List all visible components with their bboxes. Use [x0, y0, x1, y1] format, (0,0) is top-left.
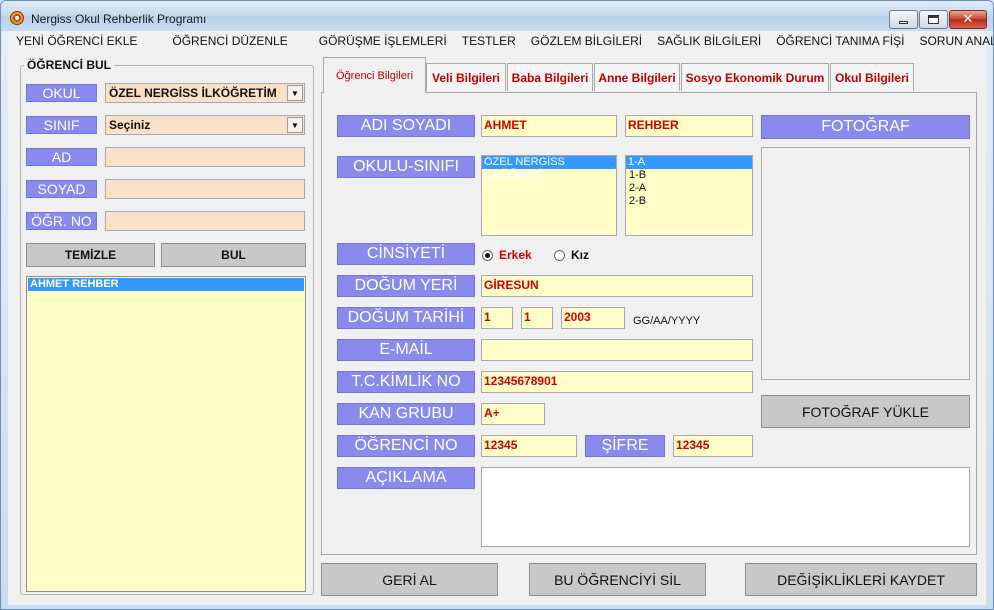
menu-observations[interactable]: GÖZLEM BİLGİLERİ — [523, 34, 649, 48]
last-name-input[interactable]: REHBER — [625, 115, 753, 137]
soyad-label: SOYAD — [26, 180, 97, 198]
menu-interviews[interactable]: GÖRÜŞME İŞLEMLERİ — [311, 34, 454, 48]
find-button[interactable]: BUL — [161, 243, 306, 267]
window-title: Nergiss Okul Rehberlik Programı — [31, 12, 207, 26]
okul-select-value: ÖZEL NERGİSS İLKÖĞRETİM — [109, 86, 277, 100]
notes-label: AÇIKLAMA — [337, 467, 475, 489]
ogr-no-label: ÖĞR. NO — [26, 212, 97, 230]
menu-student-card[interactable]: ÖĞRENCİ TANIMA FİŞİ — [768, 34, 911, 48]
chevron-down-icon[interactable]: ▼ — [287, 117, 303, 133]
tab-school-info[interactable]: Okul Bilgileri — [830, 63, 914, 91]
sinif-select[interactable]: Seçiniz ▼ — [105, 115, 305, 135]
gender-male-label: Erkek — [499, 248, 532, 262]
ad-label: AD — [26, 148, 97, 166]
search-results-list[interactable]: AHMET REHBER — [26, 276, 306, 592]
gender-female-radio[interactable]: Kız — [554, 248, 589, 262]
app-icon — [10, 11, 24, 25]
tc-label: T.C.KİMLİK NO — [337, 371, 475, 393]
email-label: E-MAİL — [337, 339, 475, 361]
maximize-button[interactable] — [919, 10, 948, 29]
first-name-input[interactable]: AHMET — [481, 115, 617, 137]
birthplace-input[interactable]: GİRESUN — [481, 275, 753, 297]
list-item[interactable]: 1-B — [626, 169, 752, 182]
minimize-icon — [899, 21, 908, 24]
list-item[interactable]: 1-A — [626, 156, 752, 169]
photo-upload-button[interactable]: FOTOĞRAF YÜKLE — [761, 395, 970, 428]
student-no-input[interactable]: 12345 — [481, 435, 577, 457]
birth-day-input[interactable]: 1 — [481, 307, 513, 329]
menu-tests[interactable]: TESTLER — [454, 34, 523, 48]
sinif-select-value: Seçiniz — [109, 118, 151, 132]
birthdate-label: DOĞUM TARİHİ — [337, 307, 475, 329]
menu-problem-analysis[interactable]: SORUN ANALİZİ — [911, 34, 993, 48]
minimize-button[interactable] — [889, 10, 918, 29]
undo-button[interactable]: GERİ AL — [321, 563, 498, 596]
list-item[interactable]: 2-B — [626, 195, 752, 208]
tab-socio-economic[interactable]: Sosyo Ekonomik Durum — [681, 63, 829, 91]
password-input[interactable]: 12345 — [673, 435, 753, 457]
menu-health[interactable]: SAĞLIK BİLGİLERİ — [649, 34, 768, 48]
tab-student-info[interactable]: Öğrenci Bilgileri — [323, 57, 426, 93]
list-item[interactable]: 2-A — [626, 182, 752, 195]
menu-bar: YENİ ÖĞRENCİ EKLE ÖĞRENCİ DÜZENLE GÖRÜŞM… — [8, 31, 993, 51]
photo-area — [761, 147, 970, 380]
sinif-label: SINIF — [26, 116, 97, 134]
list-item[interactable]: AHMET REHBER — [28, 278, 304, 291]
menu-new-student[interactable]: YENİ ÖĞRENCİ EKLE — [8, 34, 144, 48]
name-label: ADI SOYADI — [337, 115, 475, 137]
tc-input[interactable]: 12345678901 — [481, 371, 753, 393]
school-class-label: OKULU-SINIFI — [337, 156, 475, 178]
class-list[interactable]: 1-A 1-B 2-A 2-B — [625, 155, 753, 236]
tab-father-info[interactable]: Baba Bilgileri — [507, 63, 593, 91]
password-label: ŞİFRE — [585, 435, 665, 457]
save-changes-button[interactable]: DEĞİŞİKLİKLERİ KAYDET — [745, 563, 977, 596]
email-input[interactable] — [481, 339, 753, 361]
list-item[interactable]: ÖZEL NERGİSS İLKÖĞRETİ — [482, 156, 616, 181]
birth-year-input[interactable]: 2003 — [561, 307, 625, 329]
menu-edit-student[interactable]: ÖĞRENCİ DÜZENLE — [164, 34, 294, 48]
notes-textarea[interactable] — [481, 467, 970, 547]
gender-label: CİNSİYETİ — [337, 243, 475, 265]
ad-input[interactable] — [105, 147, 305, 167]
blood-label: KAN GRUBU — [337, 403, 475, 425]
title-bar[interactable]: Nergiss Okul Rehberlik Programı ✕ — [1, 1, 993, 31]
app-window: Nergiss Okul Rehberlik Programı ✕ YENİ Ö… — [0, 0, 994, 610]
maximize-icon — [928, 15, 939, 24]
soyad-input[interactable] — [105, 179, 305, 199]
okul-select[interactable]: ÖZEL NERGİSS İLKÖĞRETİM ▼ — [105, 83, 305, 103]
tab-mother-info[interactable]: Anne Bilgileri — [594, 63, 680, 91]
radio-checked-icon — [482, 249, 493, 261]
close-icon: ✕ — [962, 12, 974, 27]
blood-input[interactable]: A+ — [481, 403, 545, 425]
birth-month-input[interactable]: 1 — [521, 307, 553, 329]
student-no-label: ÖĞRENCİ NO — [337, 435, 475, 457]
delete-student-button[interactable]: BU ÖĞRENCİYİ SİL — [529, 563, 706, 596]
clear-button[interactable]: TEMİZLE — [26, 243, 155, 267]
tab-guardian-info[interactable]: Veli Bilgileri — [426, 63, 506, 91]
radio-unchecked-icon — [554, 249, 565, 261]
ogr-no-input[interactable] — [105, 211, 305, 231]
chevron-down-icon[interactable]: ▼ — [287, 85, 303, 101]
date-format-hint: GG/AA/YYYY — [633, 315, 701, 327]
gender-male-radio[interactable]: Erkek — [482, 248, 532, 262]
close-button[interactable]: ✕ — [949, 10, 987, 29]
gender-female-label: Kız — [571, 248, 589, 262]
okul-label: OKUL — [26, 84, 97, 102]
birthplace-label: DOĞUM YERİ — [337, 275, 475, 297]
school-list[interactable]: ÖZEL NERGİSS İLKÖĞRETİ — [481, 155, 617, 236]
search-group-title: ÖĞRENCİ BUL — [24, 58, 114, 72]
photo-label: FOTOĞRAF — [761, 115, 970, 139]
